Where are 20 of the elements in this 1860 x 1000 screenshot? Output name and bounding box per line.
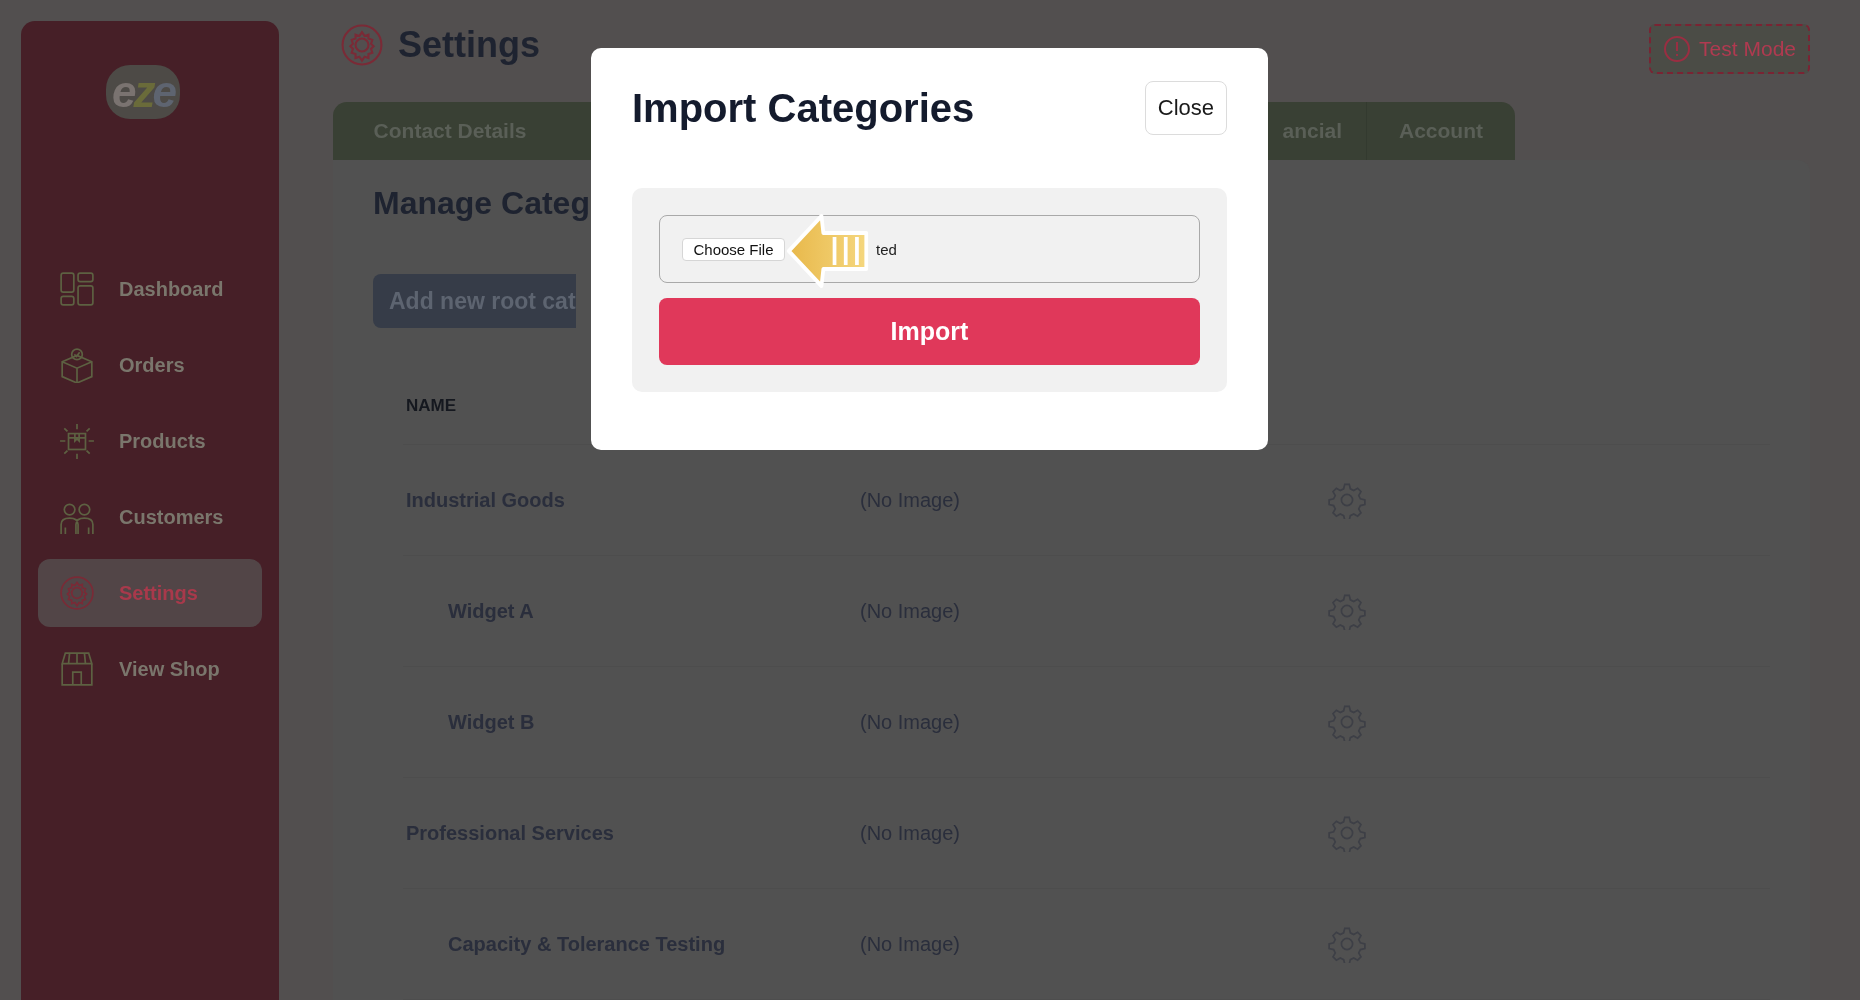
import-button[interactable]: Import bbox=[659, 298, 1200, 365]
choose-file-button[interactable]: Choose File bbox=[682, 237, 785, 261]
column-header: NAME bbox=[406, 396, 457, 416]
sidebar-item[interactable]: Products bbox=[38, 407, 262, 475]
file-status: ted bbox=[876, 240, 897, 258]
sidebar-item[interactable]: Dashboard bbox=[38, 255, 262, 323]
close-button[interactable]: Close bbox=[1144, 81, 1227, 135]
dashboard-icon bbox=[59, 271, 95, 307]
test-mode-label: Test Mode bbox=[1699, 37, 1796, 62]
shop-icon bbox=[59, 651, 95, 687]
sidebar-item[interactable]: Customers bbox=[38, 483, 262, 551]
gear-icon bbox=[340, 23, 384, 68]
sidebar-item[interactable]: Orders bbox=[38, 331, 262, 399]
arrow-icon bbox=[786, 213, 870, 289]
package-icon bbox=[59, 423, 95, 459]
box-icon bbox=[59, 347, 95, 383]
gear-icon bbox=[59, 575, 95, 611]
dialog-title: Import Categories bbox=[632, 85, 975, 131]
alert-icon bbox=[1663, 35, 1692, 64]
sidebar-item[interactable]: View Shop bbox=[38, 635, 262, 703]
